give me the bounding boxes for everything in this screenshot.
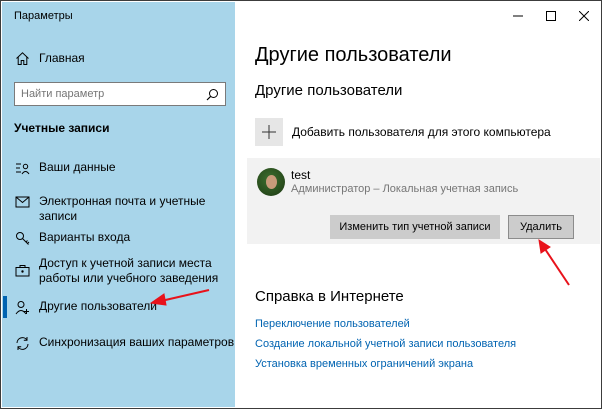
sidebar-item-label: Доступ к учетной записи места работы или… bbox=[39, 256, 219, 285]
user-card[interactable]: test Администратор – Локальная учетная з… bbox=[247, 158, 600, 244]
sidebar-item-label: Другие пользователи bbox=[39, 299, 157, 313]
mail-icon bbox=[14, 194, 30, 210]
sidebar-item-label: Варианты входа bbox=[39, 230, 131, 244]
user-role: Администратор – Локальная учетная запись bbox=[291, 183, 519, 195]
sidebar: Параметры Главная Учетные записи Ваши да… bbox=[2, 2, 235, 407]
delete-button[interactable]: Удалить bbox=[508, 215, 574, 239]
close-button[interactable] bbox=[567, 2, 600, 30]
help-link[interactable]: Установка временных ограничений экрана bbox=[255, 358, 473, 370]
contact-card-icon bbox=[14, 160, 30, 176]
briefcase-icon bbox=[14, 262, 30, 278]
search-box[interactable] bbox=[14, 82, 226, 106]
plus-icon bbox=[255, 118, 283, 146]
sync-icon bbox=[14, 335, 30, 351]
sidebar-item-email-accounts[interactable]: Электронная почта и учетные записи bbox=[14, 194, 236, 224]
minimize-button[interactable] bbox=[501, 2, 534, 30]
window-title: Параметры bbox=[14, 10, 73, 22]
sidebar-item-sign-in-options[interactable]: Варианты входа bbox=[14, 230, 236, 246]
sidebar-item-your-info[interactable]: Ваши данные bbox=[14, 160, 236, 176]
change-account-type-button[interactable]: Изменить тип учетной записи bbox=[330, 215, 500, 239]
help-link[interactable]: Переключение пользователей bbox=[255, 318, 410, 330]
search-icon[interactable] bbox=[205, 87, 219, 101]
user-name: test bbox=[291, 168, 311, 182]
sidebar-item-work-access[interactable]: Доступ к учетной записи места работы или… bbox=[14, 256, 236, 286]
section-heading: Учетные записи bbox=[14, 121, 110, 135]
add-user-button[interactable]: Добавить пользователя для этого компьюте… bbox=[255, 118, 551, 146]
key-icon bbox=[14, 230, 30, 246]
section-title: Другие пользователи bbox=[255, 82, 403, 99]
avatar bbox=[257, 168, 285, 196]
sidebar-item-other-users[interactable]: Другие пользователи bbox=[3, 296, 236, 318]
window-controls bbox=[501, 2, 600, 30]
help-heading: Справка в Интернете bbox=[255, 288, 404, 305]
sidebar-item-sync[interactable]: Синхронизация ваших параметров bbox=[14, 335, 236, 351]
page-title: Другие пользователи bbox=[255, 44, 452, 66]
maximize-button[interactable] bbox=[534, 2, 567, 30]
add-user-label: Добавить пользователя для этого компьюте… bbox=[292, 125, 551, 139]
main-content: Другие пользователи Другие пользователи … bbox=[235, 2, 600, 407]
sidebar-item-label: Ваши данные bbox=[39, 160, 116, 174]
sidebar-item-label: Электронная почта и учетные записи bbox=[39, 194, 206, 223]
help-link[interactable]: Создание локальной учетной записи пользо… bbox=[255, 338, 516, 350]
sidebar-item-home-label: Главная bbox=[39, 51, 85, 65]
avatar-face bbox=[266, 175, 277, 189]
sidebar-item-home[interactable]: Главная bbox=[14, 48, 85, 68]
search-input[interactable] bbox=[21, 88, 205, 100]
settings-window: Параметры Главная Учетные записи Ваши да… bbox=[0, 0, 602, 409]
sidebar-item-label: Синхронизация ваших параметров bbox=[39, 335, 235, 349]
home-icon bbox=[14, 50, 30, 66]
person-add-icon bbox=[14, 299, 30, 315]
